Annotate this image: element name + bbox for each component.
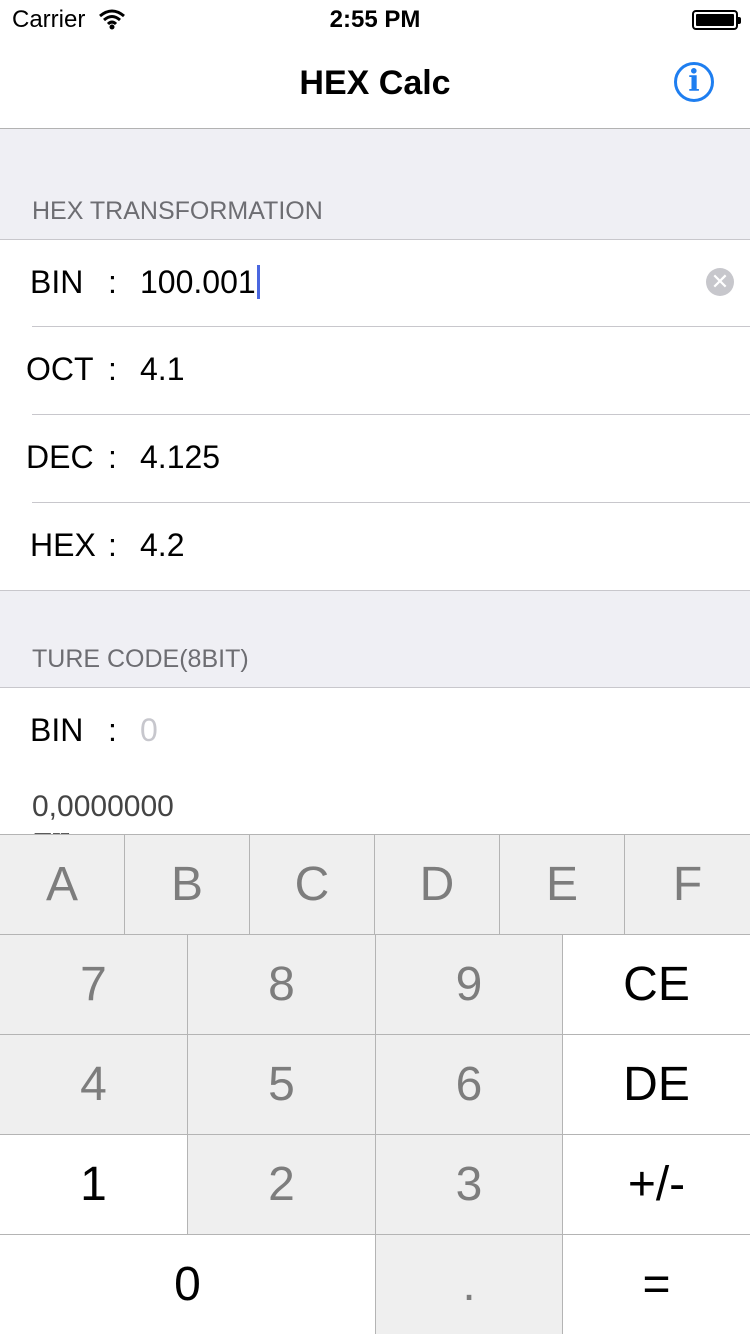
equals-button[interactable]: =	[563, 1235, 750, 1334]
key-7[interactable]: 7	[0, 935, 188, 1035]
section-header-hex: HEX TRANSFORMATION	[32, 197, 323, 225]
oct-label: OCT	[26, 351, 94, 387]
hex-input[interactable]: 4.2	[140, 527, 184, 564]
oct-row[interactable]: OCT : 4.1	[0, 327, 750, 415]
key-0[interactable]: 0	[0, 1235, 376, 1334]
true-code-result-row: 0,0000000 原码(TURECODE)	[0, 774, 750, 836]
oct-input[interactable]: 4.1	[140, 351, 184, 388]
sign-toggle-button[interactable]: +/-	[563, 1135, 750, 1235]
colon: :	[108, 351, 117, 387]
bin-label: BIN	[30, 264, 84, 300]
bin-value: 100.001	[140, 264, 256, 300]
colon: :	[108, 712, 117, 748]
colon: :	[108, 264, 117, 300]
key-f[interactable]: F	[625, 835, 750, 935]
key-5[interactable]: 5	[188, 1035, 376, 1135]
decimal-point-button[interactable]: .	[376, 1235, 563, 1334]
hex-row[interactable]: HEX : 4.2	[0, 503, 750, 591]
text-caret	[256, 265, 260, 299]
true-code-bin-row[interactable]: BIN : 0	[0, 688, 750, 774]
delete-button[interactable]: DE	[563, 1035, 750, 1135]
dec-label: DEC	[26, 439, 94, 475]
true-code-bin-label: BIN	[30, 712, 84, 748]
key-3[interactable]: 3	[376, 1135, 563, 1235]
key-2[interactable]: 2	[188, 1135, 376, 1235]
key-e[interactable]: E	[500, 835, 625, 935]
key-6[interactable]: 6	[376, 1035, 563, 1135]
navigation-bar: HEX Calc i	[0, 40, 750, 129]
key-1[interactable]: 1	[0, 1135, 188, 1235]
clock: 2:55 PM	[329, 6, 421, 33]
battery-icon	[692, 10, 741, 30]
hex-label: HEX	[30, 527, 96, 563]
page-title: HEX Calc	[299, 64, 451, 102]
key-d[interactable]: D	[375, 835, 500, 935]
section-header-true-code: TURE CODE(8BIT)	[32, 645, 249, 673]
clear-entry-button[interactable]: CE	[563, 935, 750, 1035]
dec-input[interactable]: 4.125	[140, 439, 220, 476]
dec-row[interactable]: DEC : 4.125	[0, 415, 750, 503]
key-b[interactable]: B	[125, 835, 250, 935]
key-c[interactable]: C	[250, 835, 375, 935]
true-code-bin-input[interactable]: 0	[140, 712, 158, 749]
key-8[interactable]: 8	[188, 935, 376, 1035]
info-icon[interactable]: i	[674, 62, 714, 102]
status-bar: Carrier 2:55 PM	[0, 0, 750, 40]
key-a[interactable]: A	[0, 835, 125, 935]
keypad: A B C D E F 7 8 9 CE 4 5 6 DE 1 2 3 +/- …	[0, 834, 750, 1334]
bin-input[interactable]: 100.001	[140, 264, 260, 301]
key-4[interactable]: 4	[0, 1035, 188, 1135]
bin-row[interactable]: BIN : 100.001 ✕	[0, 240, 750, 328]
true-code-result: 0,0000000	[32, 790, 174, 823]
key-9[interactable]: 9	[376, 935, 563, 1035]
clear-icon[interactable]: ✕	[706, 268, 734, 296]
colon: :	[108, 527, 117, 563]
colon: :	[108, 439, 117, 475]
